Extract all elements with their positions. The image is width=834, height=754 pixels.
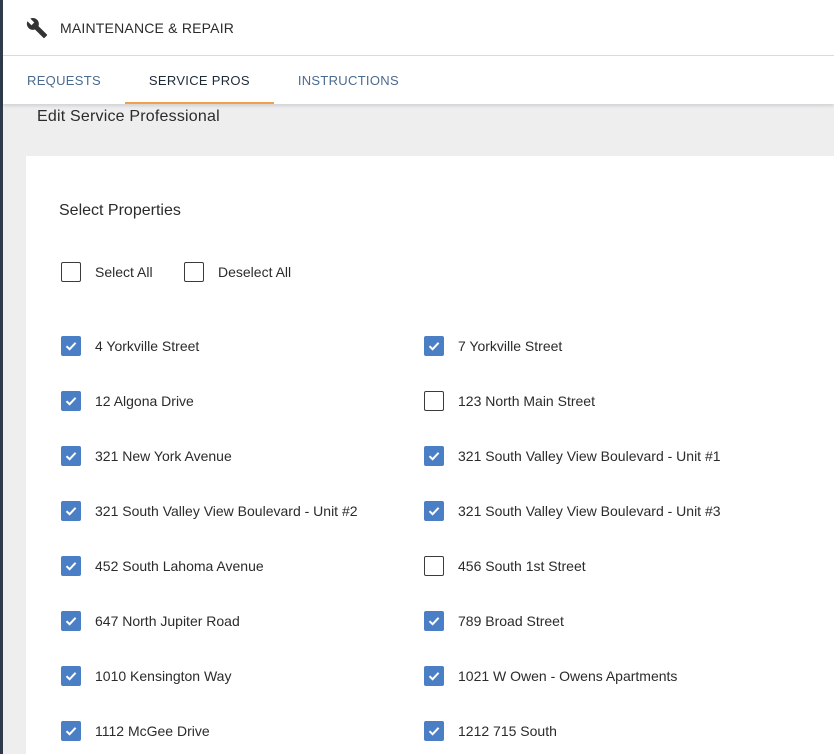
property-option[interactable]: 7 Yorkville Street: [424, 336, 562, 356]
property-label: 7 Yorkville Street: [458, 338, 563, 354]
deselect-all-option[interactable]: Deselect All: [184, 262, 291, 282]
property-checkbox[interactable]: [61, 391, 81, 411]
property-option[interactable]: 321 South Valley View Boulevard - Unit #…: [424, 446, 721, 466]
wrench-icon: [25, 16, 49, 40]
property-option[interactable]: 452 South Lahoma Avenue: [61, 556, 264, 576]
property-checkbox[interactable]: [61, 666, 81, 686]
property-label: 647 North Jupiter Road: [95, 613, 240, 629]
check-icon: [65, 562, 77, 571]
property-checkbox[interactable]: [61, 446, 81, 466]
property-checkbox[interactable]: [61, 501, 81, 521]
property-label: 456 South 1st Street: [458, 558, 586, 574]
tab-label: INSTRUCTIONS: [297, 72, 399, 88]
check-icon: [428, 727, 440, 736]
property-checkbox[interactable]: [424, 446, 444, 466]
property-option[interactable]: 789 Broad Street: [424, 611, 564, 631]
property-checkbox[interactable]: [61, 336, 81, 356]
property-label: 321 South Valley View Boulevard - Unit #…: [458, 448, 721, 464]
deselect-all-checkbox[interactable]: [184, 262, 204, 282]
property-checkbox[interactable]: [61, 556, 81, 576]
property-checkbox[interactable]: [424, 336, 444, 356]
property-option[interactable]: 456 South 1st Street: [424, 556, 586, 576]
property-label: 452 South Lahoma Avenue: [95, 558, 264, 574]
tab-service-pros[interactable]: SERVICE PROS: [124, 56, 274, 104]
property-checkbox[interactable]: [424, 391, 444, 411]
check-icon: [65, 452, 77, 461]
property-label: 789 Broad Street: [458, 613, 564, 629]
property-label: 321 South Valley View Boulevard - Unit #…: [458, 503, 721, 519]
select-all-label: Select All: [95, 264, 153, 280]
deselect-all-label: Deselect All: [218, 264, 292, 280]
property-option[interactable]: 321 New York Avenue: [61, 446, 232, 466]
property-option[interactable]: 12 Algona Drive: [61, 391, 194, 411]
check-icon: [428, 617, 440, 626]
check-icon: [65, 342, 77, 351]
property-option[interactable]: 1021 W Owen - Owens Apartments: [424, 666, 677, 686]
property-option[interactable]: 123 North Main Street: [424, 391, 595, 411]
check-icon: [428, 342, 440, 351]
property-option[interactable]: 647 North Jupiter Road: [61, 611, 240, 631]
page-title: Edit Service Professional: [37, 108, 220, 125]
check-icon: [65, 672, 77, 681]
property-label: 123 North Main Street: [458, 393, 595, 409]
property-label: 321 New York Avenue: [95, 448, 232, 464]
property-checkbox[interactable]: [424, 666, 444, 686]
app-title: MAINTENANCE & REPAIR: [60, 19, 235, 36]
tab-label: SERVICE PROS: [148, 72, 250, 88]
property-label: 4 Yorkville Street: [95, 338, 200, 354]
section-title: Select Properties: [59, 202, 181, 219]
select-all-checkbox[interactable]: [61, 262, 81, 282]
property-option[interactable]: 1212 715 South: [424, 721, 557, 741]
property-label: 12 Algona Drive: [95, 393, 194, 409]
tab-instructions[interactable]: INSTRUCTIONS: [274, 56, 423, 104]
tab-requests[interactable]: REQUESTS: [3, 56, 125, 104]
property-checkbox[interactable]: [61, 721, 81, 741]
property-label: 1212 715 South: [458, 723, 557, 739]
property-label: 1112 McGee Drive: [95, 723, 210, 739]
property-checkbox[interactable]: [424, 721, 444, 741]
tab-label: REQUESTS: [27, 72, 101, 88]
property-option[interactable]: 321 South Valley View Boulevard - Unit #…: [424, 501, 721, 521]
check-icon: [65, 507, 77, 516]
check-icon: [65, 727, 77, 736]
property-option[interactable]: 321 South Valley View Boulevard - Unit #…: [61, 501, 358, 521]
app-header: MAINTENANCE & REPAIR: [3, 0, 834, 56]
check-icon: [428, 507, 440, 516]
check-icon: [428, 672, 440, 681]
property-checkbox[interactable]: [61, 611, 81, 631]
property-label: 1021 W Owen - Owens Apartments: [458, 668, 678, 684]
check-icon: [65, 617, 77, 626]
property-checkbox[interactable]: [424, 556, 444, 576]
property-checkbox[interactable]: [424, 501, 444, 521]
properties-card: Select Properties Select All Deselect Al…: [26, 156, 834, 754]
app-window: MAINTENANCE & REPAIR REQUESTS SERVICE PR…: [0, 0, 834, 754]
property-label: 1010 Kensington Way: [95, 668, 232, 684]
check-icon: [428, 452, 440, 461]
property-label: 321 South Valley View Boulevard - Unit #…: [95, 503, 358, 519]
tab-bar: REQUESTS SERVICE PROS INSTRUCTIONS: [3, 56, 834, 104]
property-option[interactable]: 1112 McGee Drive: [61, 721, 210, 741]
property-checkbox[interactable]: [424, 611, 444, 631]
property-option[interactable]: 4 Yorkville Street: [61, 336, 199, 356]
select-all-option[interactable]: Select All: [61, 262, 153, 282]
check-icon: [65, 397, 77, 406]
property-option[interactable]: 1010 Kensington Way: [61, 666, 231, 686]
